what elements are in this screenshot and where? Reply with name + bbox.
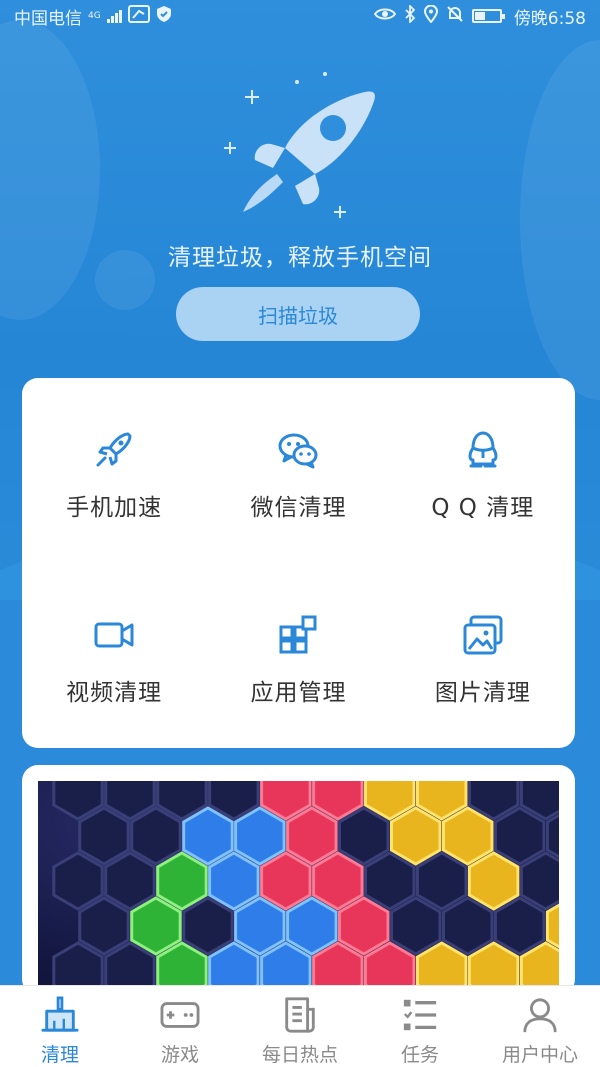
hexagon-puzzle-illustration xyxy=(52,781,559,995)
user-icon xyxy=(523,998,557,1033)
eye-icon xyxy=(373,6,397,27)
hexagon-tile xyxy=(312,851,364,911)
hexagon-tile xyxy=(364,851,416,911)
feature-image-clean[interactable]: 图片清理 xyxy=(391,563,575,748)
rocket-icon xyxy=(96,432,132,467)
feature-label: Q Q 清理 xyxy=(431,495,535,521)
hexagon-tile xyxy=(286,806,338,866)
hexagon-tile xyxy=(104,851,156,911)
nav-tasks[interactable]: 任务 xyxy=(360,986,480,1067)
hexagon-tile xyxy=(390,806,442,866)
feature-label: 应用管理 xyxy=(250,680,347,706)
nav-label: 每日热点 xyxy=(261,1044,338,1066)
gamepad-icon xyxy=(160,1002,200,1028)
news-icon xyxy=(285,997,315,1033)
hexagon-tile xyxy=(156,851,208,911)
network-type: 4G xyxy=(88,10,101,21)
nav-label: 任务 xyxy=(400,1044,439,1066)
clock: 傍晚6:58 xyxy=(513,8,586,29)
hexagon-tile xyxy=(416,851,468,911)
hexagon-tile xyxy=(338,896,390,956)
broom-icon xyxy=(41,996,79,1032)
location-icon xyxy=(423,4,438,28)
apps-icon xyxy=(279,615,317,654)
bg-bubble xyxy=(0,20,100,320)
scan-junk-button[interactable]: 扫描垃圾 xyxy=(176,287,420,341)
hexagon-tile xyxy=(260,851,312,911)
feature-label: 微信清理 xyxy=(250,495,347,521)
hexagon-game-banner-image[interactable] xyxy=(38,781,559,995)
shield-icon xyxy=(156,5,172,28)
image-icon xyxy=(463,615,503,655)
bg-bubble xyxy=(520,40,600,400)
hexagon-tile xyxy=(182,896,234,956)
video-icon xyxy=(94,622,134,648)
feature-label: 手机加速 xyxy=(66,495,163,521)
hexagon-tile xyxy=(52,851,104,911)
hexagon-tile xyxy=(493,806,546,866)
hexagon-tile xyxy=(390,896,442,956)
nav-label: 清理 xyxy=(40,1044,79,1066)
feature-phone-boost[interactable]: 手机加速 xyxy=(22,378,206,563)
hexagon-tile xyxy=(130,896,182,956)
nav-user-center[interactable]: 用户中心 xyxy=(480,986,600,1067)
hexagon-tile xyxy=(338,806,390,866)
hero-tagline: 清理垃圾，释放手机空间 xyxy=(168,245,432,271)
signal-icon xyxy=(106,9,122,23)
hexagon-tile xyxy=(234,896,286,956)
nav-daily-hot[interactable]: 每日热点 xyxy=(240,986,360,1067)
feature-app-management[interactable]: 应用管理 xyxy=(206,563,390,748)
hexagon-tile xyxy=(182,806,234,866)
battery-icon xyxy=(471,9,505,23)
carrier-label: 中国电信 xyxy=(14,8,82,29)
nav-label: 游戏 xyxy=(160,1044,199,1066)
nav-clean[interactable]: 清理 xyxy=(0,986,120,1067)
hexagon-tile xyxy=(493,896,546,956)
hexagon-tile xyxy=(78,806,130,866)
hexagon-tile xyxy=(208,851,260,911)
rocket-illustration-icon xyxy=(224,72,375,218)
game-banner-card[interactable] xyxy=(22,765,575,995)
hexagon-tile xyxy=(442,806,494,866)
hexagon-tile xyxy=(442,896,494,956)
bluetooth-icon xyxy=(404,3,416,28)
nav-label: 用户中心 xyxy=(501,1044,578,1066)
task-list-icon xyxy=(403,999,437,1031)
feature-grid: 手机加速 微信清理 Q Q 清理 视频清理 应用管理 图片清理 xyxy=(22,378,575,748)
nav-games[interactable]: 游戏 xyxy=(120,986,240,1067)
hexagon-tile xyxy=(234,806,286,866)
status-bar: 中国电信 4G 傍晚6:58 xyxy=(0,0,600,32)
wechat-icon xyxy=(278,433,318,469)
feature-wechat-clean[interactable]: 微信清理 xyxy=(206,378,390,563)
feature-qq-clean[interactable]: Q Q 清理 xyxy=(391,378,575,563)
feature-video-clean[interactable]: 视频清理 xyxy=(22,563,206,748)
hexagon-tile xyxy=(78,896,130,956)
feature-label: 图片清理 xyxy=(434,680,531,706)
bottom-navigation: 清理 游戏 每日热点 任务 用户中心 xyxy=(0,985,600,1067)
app-notification-icon xyxy=(127,4,150,28)
feature-label: 视频清理 xyxy=(66,680,163,706)
hexagon-tile xyxy=(286,896,338,956)
hexagon-tile xyxy=(467,851,520,911)
qq-icon xyxy=(468,431,498,468)
mute-bell-icon xyxy=(446,5,464,28)
hexagon-tile xyxy=(130,806,182,866)
